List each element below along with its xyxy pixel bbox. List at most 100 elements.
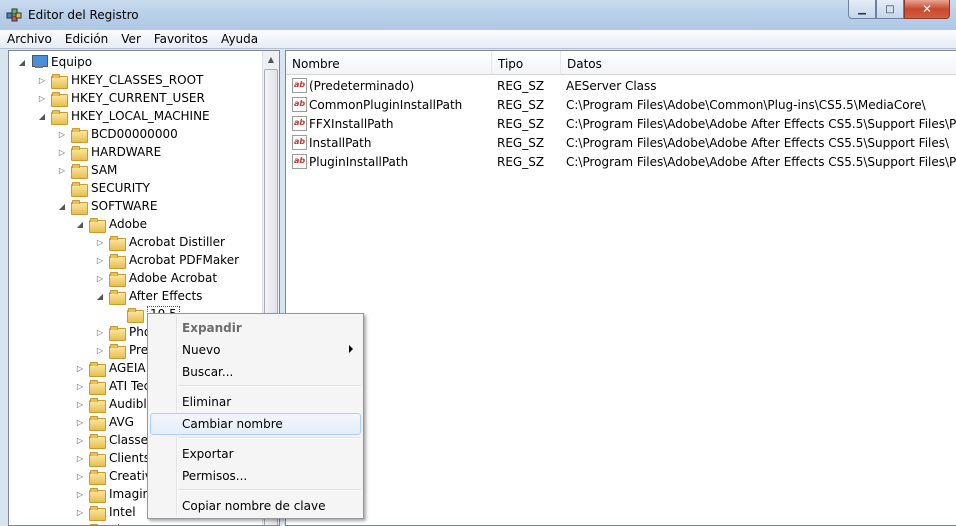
menu-ver[interactable]: Ver — [114, 30, 147, 48]
value-data: C:\Program Files\Adobe\Adobe After Effec… — [566, 155, 956, 169]
list-header: Nombre Tipo Datos — [286, 51, 956, 75]
folder-icon — [51, 73, 68, 89]
tree-item[interactable]: ▷ Imagine — [75, 485, 158, 503]
expand-arrow-icon — [57, 183, 67, 193]
tree-item[interactable]: ▷ Audible — [75, 395, 154, 413]
expand-arrow-icon[interactable]: ▷ — [37, 75, 47, 85]
tree-item[interactable]: ▷ Intel — [75, 503, 136, 521]
context-menu: Expandir Nuevo Buscar... Eliminar Cambiar no… — [147, 313, 364, 519]
tree-item[interactable]: ▷ HARDWARE — [57, 143, 161, 161]
expand-arrow-icon[interactable]: ▷ — [57, 129, 67, 139]
value-row[interactable]: ab (Predeterminado) REG_SZ AEServer Class — [286, 77, 956, 96]
collapse-arrow-icon[interactable]: ◢ — [75, 219, 85, 229]
context-menu-label: Copiar nombre de clave — [182, 499, 326, 513]
expand-arrow-icon[interactable]: ▷ — [75, 435, 85, 445]
tree-item[interactable]: ▷ BCD00000000 — [57, 125, 178, 143]
expand-arrow-icon[interactable]: ▷ — [95, 327, 105, 337]
expand-arrow-icon[interactable]: ▷ — [95, 345, 105, 355]
column-header-datos[interactable]: Datos — [561, 51, 956, 75]
tree-item[interactable]: ▷ Classes — [75, 431, 154, 449]
expand-arrow-icon[interactable]: ▷ — [75, 489, 85, 499]
expand-arrow-icon[interactable]: ▷ — [75, 471, 85, 481]
expand-arrow-icon[interactable]: ▷ — [57, 165, 67, 175]
tree-item[interactable]: ◢ After Effects — [95, 287, 202, 305]
tree-item[interactable]: ◢ SOFTWARE — [57, 197, 157, 215]
tree-item[interactable]: ▷ Acrobat Distiller — [95, 233, 225, 251]
tree-item[interactable]: ▷ AVG — [75, 413, 134, 431]
folder-icon — [71, 163, 88, 179]
context-menu-cambiar-nombre[interactable]: Cambiar nombre — [150, 413, 361, 435]
expand-arrow-icon[interactable]: ▷ — [37, 93, 47, 103]
menu-favoritos[interactable]: Favoritos — [147, 30, 214, 48]
folder-icon — [51, 91, 68, 107]
menu-archivo[interactable]: Archivo — [0, 30, 58, 48]
value-row[interactable]: ab CommonPluginInstallPath REG_SZ C:\Progra… — [286, 96, 956, 115]
menu-ayuda[interactable]: Ayuda — [214, 30, 264, 48]
collapse-arrow-icon[interactable]: ◢ — [37, 111, 47, 121]
scroll-up-button[interactable]: ▲ — [263, 51, 279, 68]
folder-icon — [109, 289, 126, 305]
tree-item[interactable]: ◢ Adobe — [75, 215, 147, 233]
minimize-button[interactable]: ▁ — [848, 0, 876, 19]
value-name: (Predeterminado) — [309, 79, 415, 93]
string-value-icon: ab — [292, 97, 307, 112]
expand-arrow-icon[interactable]: ▷ — [95, 255, 105, 265]
tree-item[interactable]: ▷ SAM — [57, 161, 117, 179]
close-button[interactable]: ✕ — [904, 0, 950, 19]
context-menu-label: Expandir — [182, 321, 242, 335]
collapse-arrow-icon[interactable]: ◢ — [95, 291, 105, 301]
expand-arrow-icon[interactable]: ▷ — [75, 399, 85, 409]
folder-icon — [71, 199, 88, 215]
expand-arrow-icon[interactable]: ▷ — [95, 273, 105, 283]
collapse-arrow-icon[interactable]: ◢ — [57, 201, 67, 211]
tree-item[interactable]: ▷ HKEY_CLASSES_ROOT — [37, 71, 203, 89]
expand-arrow-icon[interactable]: ▷ — [75, 507, 85, 517]
value-row[interactable]: ab FFXInstallPath REG_SZ C:\Program Files\A… — [286, 115, 956, 134]
tree-item[interactable]: ▷ HKEY_CURRENT_USER — [37, 89, 205, 107]
maximize-button[interactable]: □ — [876, 0, 904, 19]
expand-arrow-icon — [113, 309, 123, 319]
column-header-nombre[interactable]: Nombre — [286, 51, 492, 75]
context-menu-buscar[interactable]: Buscar... — [150, 361, 361, 383]
value-row[interactable]: ab PluginInstallPath REG_SZ C:\Program File… — [286, 153, 956, 172]
context-menu-expandir: Expandir — [150, 317, 361, 339]
context-menu-label: Permisos... — [182, 469, 248, 483]
tree-item[interactable]: SECURITY — [57, 179, 150, 197]
collapse-arrow-icon[interactable]: ◢ — [17, 57, 27, 67]
context-menu-nuevo[interactable]: Nuevo — [150, 339, 361, 361]
context-menu-exportar[interactable]: Exportar — [150, 443, 361, 465]
expand-arrow-icon[interactable]: ▷ — [75, 363, 85, 373]
expand-arrow-icon[interactable]: ▷ — [75, 381, 85, 391]
tree-item[interactable]: ◢ Equipo — [17, 53, 92, 71]
tree-item[interactable]: ▷ Acrobat PDFMaker — [95, 251, 239, 269]
value-row[interactable]: ab InstallPath REG_SZ C:\Program Files\Adob… — [286, 134, 956, 153]
column-header-tipo[interactable]: Tipo — [492, 51, 561, 75]
context-menu-eliminar[interactable]: Eliminar — [150, 391, 361, 413]
value-type: REG_SZ — [497, 136, 545, 150]
folder-icon — [71, 145, 88, 161]
tree-item[interactable]: ▷ ATI Tec — [75, 377, 150, 395]
tree-item-label: AVG — [109, 415, 134, 429]
folder-icon — [71, 127, 88, 143]
window-title: Editor del Registro — [28, 8, 139, 22]
value-data: C:\Program Files\Adobe\Adobe After Effec… — [566, 117, 956, 131]
context-menu-copiar-nombre-de-clave[interactable]: Copiar nombre de clave — [150, 495, 361, 517]
title-bar: Editor del Registro ▁ □ ✕ — [0, 0, 956, 30]
tree-item[interactable]: ▷ Clients — [75, 449, 150, 467]
folder-icon — [89, 217, 106, 233]
expand-arrow-icon[interactable]: ▷ — [57, 147, 67, 157]
tree-item-label: Adobe Acrobat — [129, 271, 218, 285]
menu-edicion[interactable]: Edición — [58, 30, 114, 48]
tree-item[interactable]: ◢ HKEY_LOCAL_MACHINE — [37, 107, 210, 125]
tree-item[interactable]: ▷Kl — [75, 521, 120, 525]
expand-arrow-icon[interactable]: ▷ — [95, 237, 105, 247]
tree-item[interactable]: ▷ Adobe Acrobat — [95, 269, 217, 287]
expand-arrow-icon[interactable]: ▷ — [75, 417, 85, 427]
values-list[interactable]: Nombre Tipo Datos ab (Predeterminado) REG_… — [285, 50, 956, 526]
menu-bar: Archivo Edición Ver Favoritos Ayuda — [0, 30, 956, 49]
expand-arrow-icon[interactable]: ▷ — [75, 453, 85, 463]
value-type: REG_SZ — [497, 79, 545, 93]
tree-item[interactable]: ▷ AGEIA T — [75, 359, 157, 377]
folder-icon — [89, 361, 106, 377]
context-menu-permisos[interactable]: Permisos... — [150, 465, 361, 487]
